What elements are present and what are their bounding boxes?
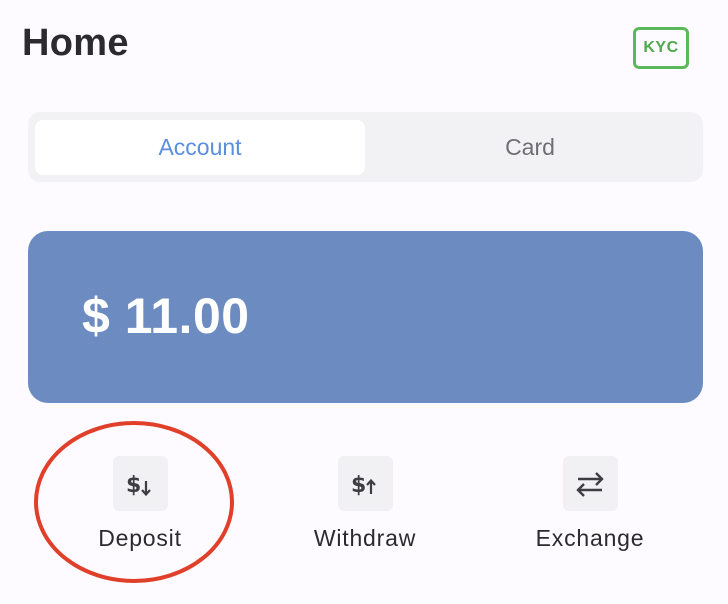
balance-amount: $ 11.00 (82, 288, 250, 344)
dollar-down-icon: $ (112, 456, 168, 511)
tab-card[interactable]: Card (365, 120, 695, 175)
page-title: Home (22, 22, 129, 64)
exchange-label: Exchange (535, 525, 645, 551)
tab-account-label: Account (158, 134, 242, 160)
svg-text:$: $ (351, 473, 366, 498)
exchange-button[interactable]: Exchange (510, 456, 670, 552)
svg-text:$: $ (126, 473, 141, 498)
balance-card: $ 11.00 (28, 231, 703, 403)
account-card-segmented-control: Account Card (28, 112, 703, 182)
dollar-up-icon: $ (337, 456, 393, 511)
kyc-badge-label: KYC (643, 39, 679, 56)
deposit-button[interactable]: $ Deposit (60, 456, 220, 552)
deposit-label: Deposit (98, 525, 182, 551)
tab-account[interactable]: Account (35, 120, 365, 175)
tab-card-label: Card (505, 134, 555, 160)
withdraw-label: Withdraw (313, 525, 417, 551)
kyc-badge[interactable]: KYC (633, 27, 689, 69)
withdraw-button[interactable]: $ Withdraw (285, 456, 445, 552)
swap-arrows-icon (562, 456, 618, 511)
